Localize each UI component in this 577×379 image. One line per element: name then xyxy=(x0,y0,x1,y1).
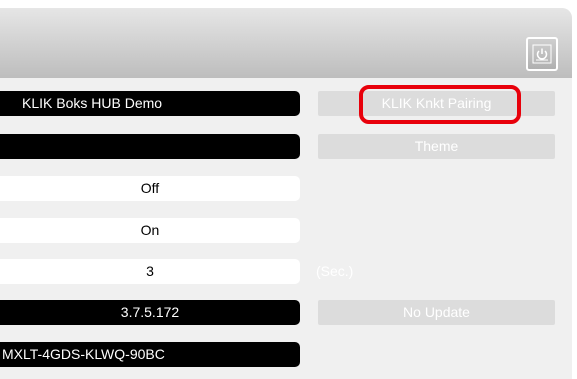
theme-button[interactable]: Theme xyxy=(318,134,555,159)
pairing-button[interactable]: KLIK Knkt Pairing xyxy=(318,91,555,116)
seconds-unit-label: (Sec.) xyxy=(316,263,354,279)
serial-field: MXLT-4GDS-KLWQ-90BC xyxy=(0,342,300,367)
power-icon xyxy=(532,44,552,64)
device-name-field[interactable]: KLIK Boks HUB Demo xyxy=(0,91,300,116)
header-bar xyxy=(0,8,572,78)
on-setting-field[interactable]: On xyxy=(0,218,300,243)
timeout-field[interactable]: 3 xyxy=(0,259,300,284)
theme-value-field[interactable] xyxy=(0,134,300,159)
version-field: 3.7.5.172 xyxy=(0,300,300,325)
update-button[interactable]: No Update xyxy=(318,300,555,325)
off-setting-field[interactable]: Off xyxy=(0,176,300,201)
power-button[interactable] xyxy=(526,37,558,71)
